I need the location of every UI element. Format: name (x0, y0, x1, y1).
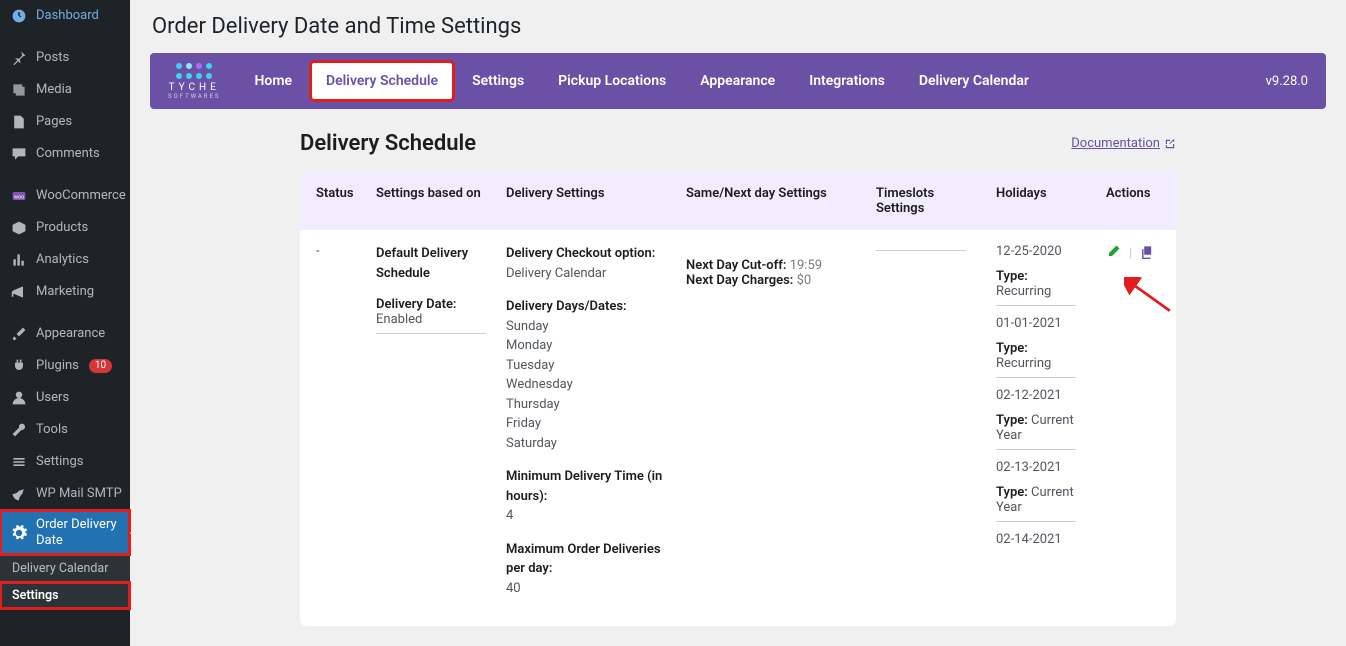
th-timeslots: Timeslots Settings (870, 186, 990, 216)
update-badge: 10 (89, 359, 112, 373)
version-text: v9.28.0 (1266, 74, 1308, 89)
th-status: Status (310, 186, 370, 216)
sidebar-label: WP Mail SMTP (36, 486, 122, 502)
sliders-icon (10, 453, 28, 471)
svg-text:woo: woo (14, 194, 25, 200)
sidebar-item-posts[interactable]: Posts (0, 42, 130, 74)
cell-actions: | (1100, 244, 1176, 321)
sidebar-item-plugins[interactable]: Plugins 10 (0, 350, 130, 382)
cell-timeslots (870, 244, 990, 251)
th-actions: Actions (1100, 186, 1176, 216)
wrench-icon (10, 421, 28, 439)
tab-pickup-locations[interactable]: Pickup Locations (544, 63, 680, 99)
documentation-link[interactable]: Documentation (1071, 136, 1176, 151)
external-link-icon (1164, 138, 1176, 150)
sidebar-label: Appearance (36, 326, 105, 342)
sidebar-item-tools[interactable]: Tools (0, 414, 130, 446)
th-holidays: Holidays (990, 186, 1100, 216)
cell-settings-based-on: Default Delivery Schedule Delivery Date:… (370, 244, 500, 334)
sidebar-label: Order Delivery Date (36, 517, 122, 548)
admin-sidebar: Dashboard Posts Media Pages Comments woo… (0, 0, 130, 646)
cell-same-next: Next Day Cut-off: 19:59 Next Day Charges… (680, 244, 870, 288)
sidebar-label: Users (36, 390, 69, 406)
tab-delivery-schedule[interactable]: Delivery Schedule (312, 63, 452, 99)
tab-delivery-calendar[interactable]: Delivery Calendar (905, 63, 1043, 99)
chart-icon (10, 251, 28, 269)
brush-icon (10, 325, 28, 343)
tab-appearance[interactable]: Appearance (686, 63, 789, 99)
sidebar-item-pages[interactable]: Pages (0, 106, 130, 138)
comment-icon (10, 145, 28, 163)
content-area: Order Delivery Date and Time Settings TY… (130, 0, 1346, 646)
sidebar-item-settings[interactable]: Settings (0, 446, 130, 478)
sidebar-label: Posts (36, 50, 69, 66)
cell-holidays: 12-25-2020 Type:Recurring 01-01-2021 Typ… (990, 244, 1100, 547)
woo-icon: woo (10, 187, 28, 205)
sidebar-label: WooCommerce (36, 188, 126, 204)
sidebar-item-analytics[interactable]: Analytics (0, 244, 130, 276)
sidebar-item-order-delivery-date[interactable]: Order Delivery Date (0, 510, 130, 555)
th-same-next: Same/Next day Settings (680, 186, 870, 216)
box-icon (10, 219, 28, 237)
page-title: Order Delivery Date and Time Settings (152, 14, 1326, 39)
sidebar-item-marketing[interactable]: Marketing (0, 276, 130, 308)
sidebar-label: Pages (36, 114, 72, 130)
megaphone-icon (10, 283, 28, 301)
plugin-topbar: TYCHE SOFTWARES Home Delivery Schedule S… (150, 53, 1326, 109)
section-title: Delivery Schedule (300, 131, 476, 156)
tab-integrations[interactable]: Integrations (795, 63, 899, 99)
plug-icon (10, 357, 28, 375)
sidebar-item-woocommerce[interactable]: woo WooCommerce (0, 180, 130, 212)
edit-icon[interactable] (1106, 244, 1121, 263)
sidebar-label: Plugins (36, 358, 79, 374)
cell-delivery-settings: Delivery Checkout option:Delivery Calend… (500, 244, 680, 612)
table-header: Status Settings based on Delivery Settin… (300, 172, 1176, 230)
schedule-table: Status Settings based on Delivery Settin… (300, 172, 1176, 626)
sidebar-item-users[interactable]: Users (0, 382, 130, 414)
submenu-delivery-calendar[interactable]: Delivery Calendar (0, 555, 130, 582)
sidebar-item-media[interactable]: Media (0, 74, 130, 106)
sidebar-label: Marketing (36, 284, 94, 300)
submenu-settings[interactable]: Settings (0, 582, 130, 609)
sidebar-item-products[interactable]: Products (0, 212, 130, 244)
sidebar-label: Dashboard (36, 8, 99, 24)
sidebar-label: Analytics (36, 252, 89, 268)
sidebar-label: Comments (36, 146, 100, 162)
sidebar-label: Settings (36, 454, 83, 470)
tab-home[interactable]: Home (240, 63, 306, 99)
cell-status: - (310, 244, 370, 259)
th-delivery-settings: Delivery Settings (500, 186, 680, 216)
submenu: Delivery Calendar Settings (0, 555, 130, 609)
sidebar-label: Products (36, 220, 88, 236)
page-icon (10, 113, 28, 131)
sidebar-item-wpmailsmtp[interactable]: WP Mail SMTP (0, 478, 130, 510)
user-icon (10, 389, 28, 407)
th-settings-based-on: Settings based on (370, 186, 500, 216)
sidebar-item-appearance[interactable]: Appearance (0, 318, 130, 350)
sidebar-item-comments[interactable]: Comments (0, 138, 130, 170)
media-icon (10, 81, 28, 99)
dashboard-icon (10, 7, 28, 25)
tyche-logo: TYCHE SOFTWARES (168, 63, 220, 100)
annotation-arrow (1124, 277, 1176, 321)
gear-icon (10, 524, 28, 542)
copy-icon[interactable] (1140, 245, 1154, 263)
table-row: - Default Delivery Schedule Delivery Dat… (300, 230, 1176, 626)
bird-icon (10, 485, 28, 503)
tab-settings[interactable]: Settings (458, 63, 538, 99)
sidebar-label: Tools (36, 422, 68, 438)
pin-icon (10, 49, 28, 67)
sidebar-item-dashboard[interactable]: Dashboard (0, 0, 130, 32)
sidebar-label: Media (36, 82, 72, 98)
